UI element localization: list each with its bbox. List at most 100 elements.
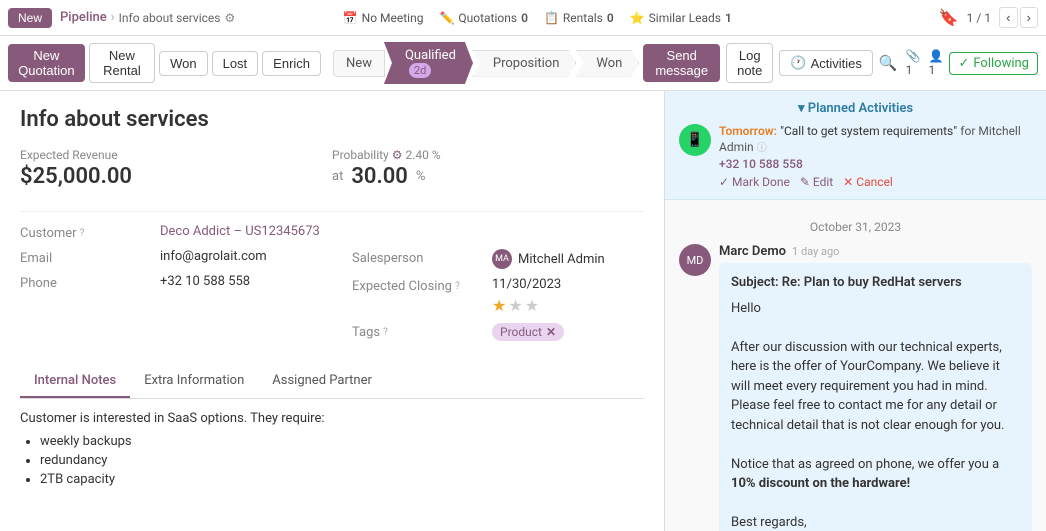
new-rental-button[interactable]: New Rental	[89, 43, 155, 83]
check-icon: ✓	[958, 56, 969, 71]
customer-info-icon: ?	[80, 228, 85, 239]
tab-internal-notes[interactable]: Internal Notes	[20, 365, 130, 398]
no-meeting-action[interactable]: 📅 No Meeting	[343, 11, 424, 25]
log-note-button[interactable]: Log note	[726, 43, 773, 83]
activity-actions: ✓ Mark Done ✎ Edit ✕ Cancel	[719, 175, 1032, 189]
breadcrumb-sep: ›	[111, 10, 115, 25]
activities-button[interactable]: 🕐 Activities	[779, 50, 872, 76]
planned-activities-title: ▾ Planned Activities	[679, 101, 1032, 116]
star-1[interactable]: ★	[492, 296, 506, 315]
rentals-count: 0	[607, 11, 614, 25]
bookmark-icon[interactable]: 🔖	[939, 8, 959, 27]
similar-leads-action[interactable]: ⭐ Similar Leads 1	[630, 11, 732, 25]
nav-arrows: ‹ ›	[999, 7, 1038, 28]
action-bar-right: Send message Log note 🕐 Activities 🔍 📎1 …	[643, 43, 1038, 83]
marc-demo-bubble: Subject: Re: Plan to buy RedHat servers …	[719, 263, 1032, 531]
activity-when: Tomorrow:	[719, 124, 777, 138]
edit-activity-button[interactable]: ✎ Edit	[800, 175, 833, 189]
planned-activities-section: ▾ Planned Activities 📱 Tomorrow: "Call t…	[665, 91, 1046, 200]
closing-date[interactable]: 11/30/2023	[492, 277, 644, 292]
customer-link[interactable]: Deco Addict – US12345673	[160, 224, 320, 239]
stage-qualified-label: Qualified	[405, 48, 456, 63]
lost-button[interactable]: Lost	[212, 51, 259, 76]
action-bar: New Quotation New Rental Won Lost Enrich…	[0, 36, 1046, 91]
tab-assigned-partner[interactable]: Assigned Partner	[258, 365, 386, 398]
expected-closing-value: 11/30/2023 ★ ★ ★	[492, 277, 644, 315]
stage-new[interactable]: New	[333, 50, 385, 77]
star-3[interactable]: ★	[525, 296, 539, 315]
similar-leads-label: Similar Leads	[649, 11, 721, 25]
tags-label: Tags ?	[352, 323, 492, 340]
stage-won[interactable]: Won	[575, 50, 639, 77]
phone-value[interactable]: +32 10 588 558	[160, 274, 312, 289]
customer-value[interactable]: Deco Addict – US12345673	[160, 224, 644, 239]
tab-extra-information[interactable]: Extra Information	[130, 365, 258, 398]
tags-value: Product ✕	[492, 323, 644, 341]
bullet-3: 2TB capacity	[40, 472, 644, 487]
customer-row: Customer ? Deco Addict – US12345673	[20, 224, 644, 241]
email-label: Email	[20, 249, 160, 266]
stage-proposition[interactable]: Proposition	[472, 50, 577, 77]
tag-remove-button[interactable]: ✕	[546, 325, 556, 339]
customer-label: Customer ?	[20, 224, 160, 241]
new-quotation-button[interactable]: New Quotation	[8, 44, 85, 82]
extra-fields: Salesperson MA Mitchell Admin Expected C…	[352, 249, 644, 349]
quotations-count: 0	[521, 11, 528, 25]
salesperson-value: MA Mitchell Admin	[492, 249, 644, 269]
prob-manual-value[interactable]: 30.00	[351, 164, 408, 189]
following-label: Following	[973, 56, 1029, 71]
revenue-value[interactable]: $25,000.00	[20, 164, 332, 189]
settings-icon[interactable]: ⚙	[224, 11, 235, 25]
marc-demo-body: Marc Demo 1 day ago Subject: Re: Plan to…	[719, 244, 1032, 531]
star-2[interactable]: ★	[508, 296, 522, 315]
rentals-label: Rentals	[563, 11, 603, 25]
salesperson-name[interactable]: Mitchell Admin	[518, 252, 605, 267]
attachment-count[interactable]: 📎1	[906, 49, 921, 77]
prev-record-button[interactable]: ‹	[999, 7, 1017, 28]
stage-qualified[interactable]: Qualified 2d	[384, 42, 473, 84]
rentals-action[interactable]: 📋 Rentals 0	[544, 11, 614, 25]
phone-label: Phone	[20, 274, 160, 291]
breadcrumb: Pipeline › Info about services ⚙	[60, 10, 235, 25]
divider-1	[20, 211, 644, 212]
top-bar-right: 🔖 1 / 1 ‹ ›	[939, 7, 1038, 28]
activity-phone[interactable]: +32 10 588 558	[719, 157, 1032, 171]
cancel-activity-button[interactable]: ✕ Cancel	[843, 175, 893, 189]
tag-product: Product ✕	[492, 323, 564, 341]
quotations-action[interactable]: ✏️ Quotations 0	[439, 11, 528, 25]
follower-count[interactable]: 👤1	[929, 49, 944, 77]
won-button[interactable]: Won	[159, 51, 208, 76]
main-container: Info about services Expected Revenue $25…	[0, 91, 1046, 531]
phone-row: Phone +32 10 588 558	[20, 274, 312, 291]
new-record-button[interactable]: New	[8, 8, 52, 28]
similar-leads-count: 1	[725, 11, 732, 25]
email-value[interactable]: info@agrolait.com	[160, 249, 312, 264]
activities-clock-icon: 🕐	[790, 55, 806, 71]
following-button[interactable]: ✓ Following	[949, 52, 1038, 75]
next-record-button[interactable]: ›	[1020, 7, 1038, 28]
search-toolbar-icon[interactable]: 🔍	[879, 54, 898, 72]
expected-closing-row: Expected Closing ? 11/30/2023 ★ ★ ★	[352, 277, 644, 315]
mark-done-button[interactable]: ✓ Mark Done	[719, 175, 790, 189]
tag-label: Product	[500, 325, 542, 339]
message-marc-demo: MD Marc Demo 1 day ago Subject: Re: Plan…	[679, 244, 1032, 531]
stars-rating[interactable]: ★ ★ ★	[492, 296, 644, 315]
right-panel: ▾ Planned Activities 📱 Tomorrow: "Call t…	[665, 91, 1046, 531]
tab-content-internal-notes: Customer is interested in SaaS options. …	[20, 399, 644, 503]
activity-content: Tomorrow: "Call to get system requiremen…	[719, 124, 1032, 189]
probability-row: at 30.00 %	[332, 164, 644, 189]
tags-row: Tags ? Product ✕	[352, 323, 644, 341]
discount-text: 10% discount on the hardware!	[731, 476, 910, 491]
form-grid-top: Expected Revenue $25,000.00 Probability …	[20, 148, 644, 199]
top-bar-center: 📅 No Meeting ✏️ Quotations 0 📋 Rentals 0…	[343, 11, 732, 25]
activities-label: Activities	[811, 56, 862, 71]
breadcrumb-pipeline[interactable]: Pipeline	[60, 10, 107, 25]
bullet-list: weekly backups redundancy 2TB capacity	[20, 434, 644, 487]
activity-header: Tomorrow: "Call to get system requiremen…	[719, 124, 1032, 155]
breadcrumb-child: Info about services	[119, 11, 221, 25]
probability-gear-icon[interactable]: ⚙	[392, 148, 403, 162]
enrich-button[interactable]: Enrich	[262, 51, 321, 76]
top-bar: New Pipeline › Info about services ⚙ 📅 N…	[0, 0, 1046, 36]
send-message-button[interactable]: Send message	[643, 44, 720, 82]
messages-area: October 31, 2023 MD Marc Demo 1 day ago …	[665, 200, 1046, 531]
